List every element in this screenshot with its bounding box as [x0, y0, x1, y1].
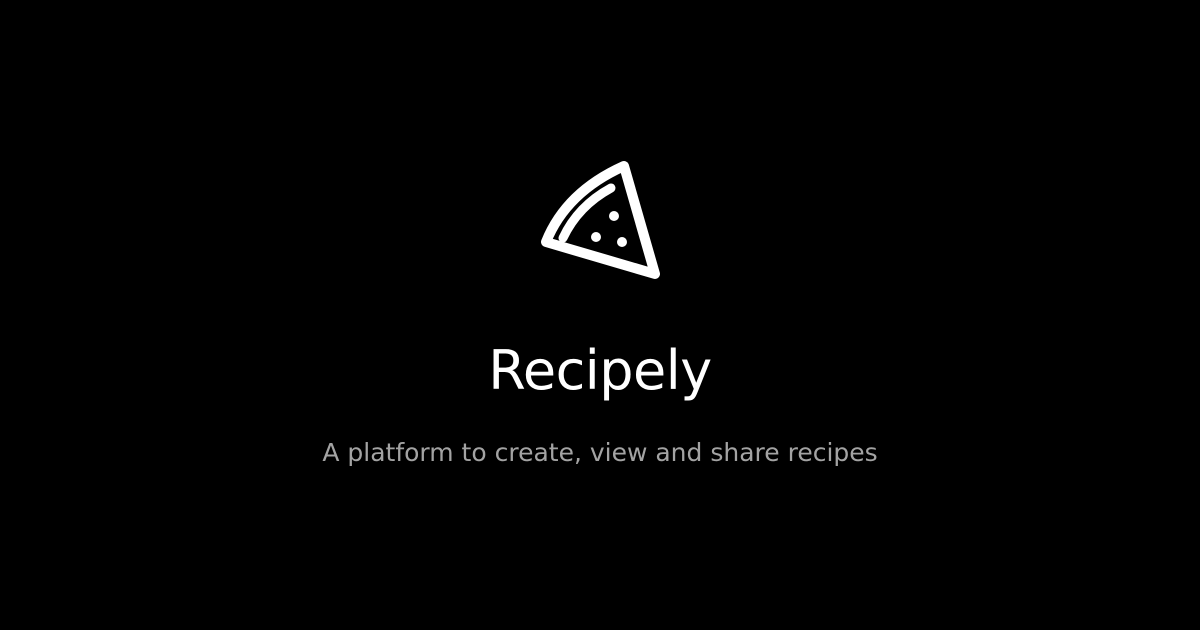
pizza-slice-icon: [530, 150, 670, 290]
brand-tagline: A platform to create, view and share rec…: [322, 438, 878, 467]
brand-name: Recipely: [488, 339, 712, 402]
social-card: Recipely A platform to create, view and …: [0, 0, 1200, 630]
